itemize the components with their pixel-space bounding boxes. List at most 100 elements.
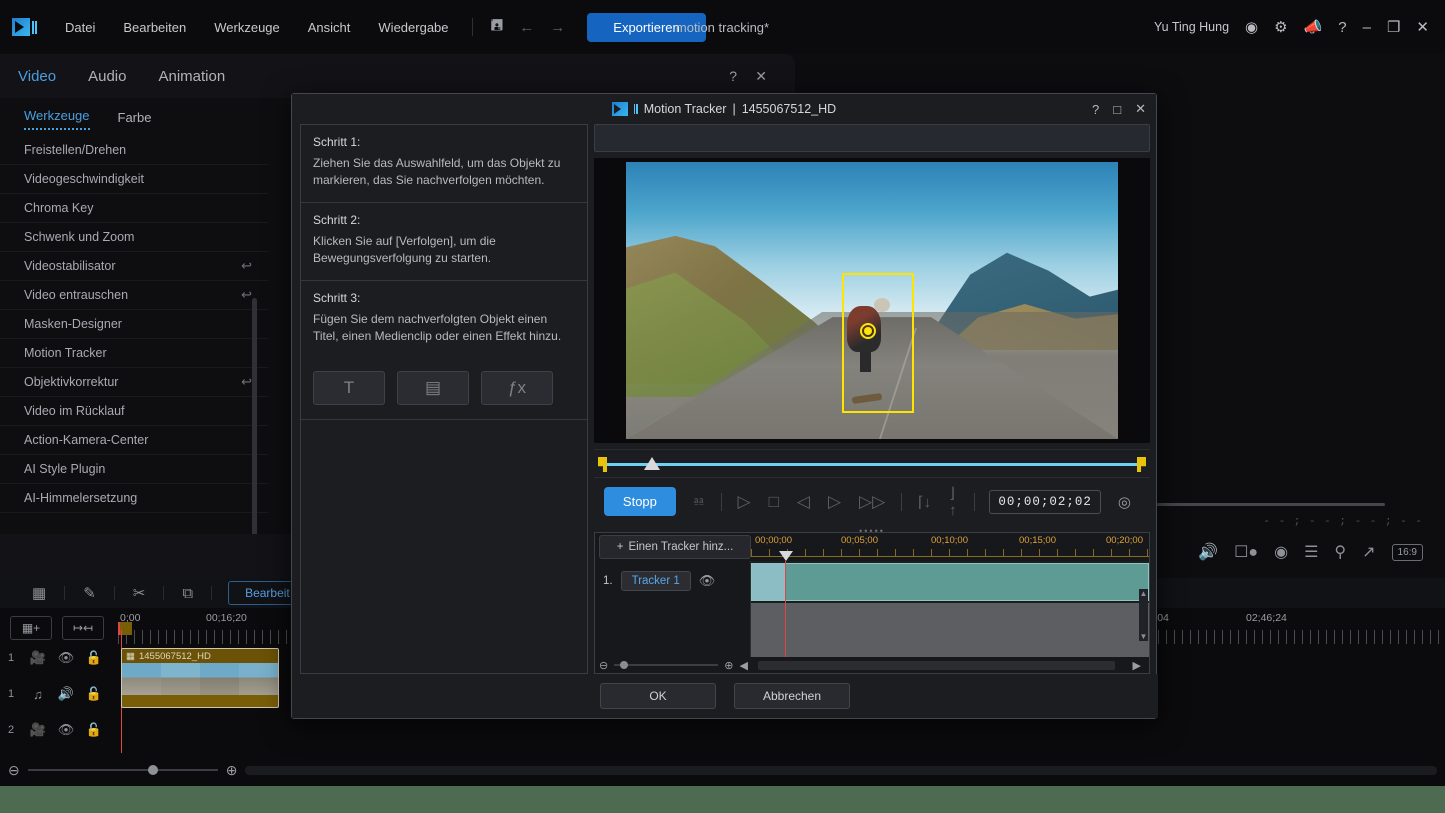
list-item[interactable]: Schwenk und Zoom xyxy=(0,223,268,252)
tracker-clip[interactable] xyxy=(751,563,1149,601)
restore-icon[interactable]: ❐ xyxy=(1381,14,1406,40)
snapshot-icon[interactable]: ☐● xyxy=(1234,542,1258,562)
reset-icon[interactable]: ↩ xyxy=(241,287,252,303)
timecode-field[interactable]: 00;00;02;02 xyxy=(989,489,1101,514)
reset-icon[interactable]: ↩ xyxy=(241,258,252,274)
tracking-point[interactable] xyxy=(859,322,876,339)
play-icon[interactable]: ▷ xyxy=(729,492,760,512)
fast-forward-icon[interactable]: ▷▷ xyxy=(850,492,894,512)
zoom-in-icon[interactable]: ⊕ xyxy=(724,659,733,672)
popout-icon[interactable]: ↗ xyxy=(1362,542,1375,562)
tracker-zoom-knob[interactable] xyxy=(620,661,629,669)
preview-eye-icon[interactable]: ◎ xyxy=(1109,493,1140,511)
list-item[interactable]: Video im Rücklauf xyxy=(0,397,268,426)
add-track-button[interactable]: ▦+ xyxy=(10,616,52,640)
zoom-in-icon[interactable]: ⊕ xyxy=(226,762,238,779)
subtab-farbe[interactable]: Farbe xyxy=(118,110,152,130)
playback-quality-icon[interactable]: ◉ xyxy=(1274,542,1288,562)
preview-timebar[interactable] xyxy=(594,449,1150,477)
list-item[interactable]: Freistellen/Drehen xyxy=(0,136,268,165)
tracking-selection-box[interactable] xyxy=(842,272,915,413)
timeline-horizontal-scrollbar[interactable] xyxy=(245,765,1437,775)
lock-icon[interactable]: 🔓 xyxy=(80,686,108,702)
menu-item-werkzeuge[interactable]: Werkzeuge xyxy=(201,15,293,40)
tracker-vertical-scrollbar[interactable]: ▲ ▼ xyxy=(1139,589,1148,641)
tracker-list-item[interactable]: 1. Tracker 1 👁 xyxy=(595,561,750,601)
list-item[interactable]: Video entrauschen ↩ xyxy=(0,281,268,310)
volume-icon[interactable]: 🔊 xyxy=(1198,542,1218,562)
mark-out-icon[interactable]: ⌋↑ xyxy=(940,484,967,519)
aspect-ratio-badge[interactable]: 16:9 xyxy=(1391,543,1423,561)
scroll-up-icon[interactable]: ▲ xyxy=(1140,589,1148,598)
list-item[interactable]: Masken-Designer xyxy=(0,310,268,339)
mark-in-handle[interactable] xyxy=(598,457,607,472)
scroll-down-icon[interactable]: ▼ xyxy=(1140,632,1148,641)
menu-item-ansicht[interactable]: Ansicht xyxy=(295,15,364,40)
add-media-button[interactable]: ▤ xyxy=(397,371,469,406)
list-item[interactable]: AI-Himmelersetzung xyxy=(0,484,268,513)
panel-close-icon[interactable]: ✕ xyxy=(755,68,767,85)
tracker-settings-icon[interactable]: ⎂ xyxy=(684,493,714,510)
timeline-clip[interactable]: ▦ 1455067512_HD xyxy=(121,648,279,708)
question-icon[interactable]: ? xyxy=(1092,102,1099,117)
tracker-name-field[interactable]: Tracker 1 xyxy=(620,571,691,591)
scroll-right-icon[interactable]: ▶ xyxy=(1133,659,1141,672)
lock-icon[interactable]: 🔓 xyxy=(80,722,108,738)
pen-icon[interactable]: ✎ xyxy=(65,584,114,602)
menu-item-bearbeiten[interactable]: Bearbeiten xyxy=(110,15,199,40)
lock-icon[interactable]: 🔓 xyxy=(80,650,108,666)
menu-item-wiedergabe[interactable]: Wiedergabe xyxy=(365,15,461,40)
zoom-slider-knob[interactable] xyxy=(147,765,158,775)
tab-video[interactable]: Video xyxy=(18,68,56,85)
scissors-icon[interactable]: ✂ xyxy=(115,584,164,602)
eye-icon[interactable]: 👁 xyxy=(52,650,80,666)
reset-icon[interactable]: ↩ xyxy=(241,374,252,390)
previous-frame-icon[interactable]: ◁ xyxy=(788,492,819,512)
zoom-out-icon[interactable]: ⊖ xyxy=(8,762,20,779)
playlist-icon[interactable]: ☰ xyxy=(1304,542,1318,562)
eye-icon[interactable]: 👁 xyxy=(699,573,716,589)
track-row-video-2[interactable]: 2 🎥 👁 🔓 xyxy=(0,712,118,748)
timebar-playhead[interactable] xyxy=(644,457,660,470)
tracker-track-area[interactable] xyxy=(751,551,1149,673)
zoom-fit-icon[interactable]: ⚲ xyxy=(1334,542,1346,562)
timebar-track[interactable] xyxy=(606,463,1138,466)
add-effect-button[interactable]: ƒx xyxy=(481,371,553,406)
save-icon[interactable]: 🖪 xyxy=(483,12,512,43)
track-row-video-1[interactable]: 1 🎥 👁 🔓 xyxy=(0,640,118,676)
stop-tracking-button[interactable]: Stopp xyxy=(604,487,676,516)
track-row-audio-1[interactable]: 1 ♫ 🔊 🔓 xyxy=(0,676,118,712)
list-item[interactable]: Videostabilisator ↩ xyxy=(0,252,268,281)
storyboard-icon[interactable]: ▦ xyxy=(14,584,64,602)
add-title-button[interactable]: T xyxy=(313,371,385,406)
eye-icon[interactable]: 👁 xyxy=(52,722,80,738)
list-item[interactable]: Motion Tracker xyxy=(0,339,268,368)
add-tracker-button[interactable]: + Einen Tracker hinz... xyxy=(599,535,751,559)
video-frame[interactable] xyxy=(626,162,1118,439)
question-icon[interactable]: ? xyxy=(1332,15,1352,40)
speaker-icon[interactable]: 🔊 xyxy=(52,686,80,702)
list-item[interactable]: Objektivkorrektur ↩ xyxy=(0,368,268,397)
gear-icon[interactable]: ⚙ xyxy=(1268,14,1293,40)
list-item[interactable]: Chroma Key xyxy=(0,194,268,223)
stop-icon[interactable]: □ xyxy=(760,492,788,512)
tab-audio[interactable]: Audio xyxy=(88,68,126,85)
scroll-left-icon[interactable]: ◀ xyxy=(739,659,747,672)
close-icon[interactable]: ✕ xyxy=(1135,101,1146,117)
subtab-werkzeuge[interactable]: Werkzeuge xyxy=(24,108,90,130)
fit-timeline-button[interactable]: ↦↤ xyxy=(62,616,104,640)
panel-help-icon[interactable]: ? xyxy=(729,68,737,84)
minimize-icon[interactable]: – xyxy=(1357,15,1377,40)
tracker-playhead-handle[interactable] xyxy=(779,551,793,561)
tracker-horizontal-scrollbar[interactable] xyxy=(757,660,1115,670)
maximize-icon[interactable]: □ xyxy=(1113,102,1121,117)
crop-icon[interactable]: ⧉ xyxy=(164,585,211,602)
close-icon[interactable]: ✕ xyxy=(1410,14,1435,40)
tracker-zoom-slider[interactable] xyxy=(614,661,719,669)
export-button[interactable]: Exportieren xyxy=(587,12,706,42)
megaphone-icon[interactable]: 📣 xyxy=(1298,14,1329,40)
mark-in-icon[interactable]: ⌈↓ xyxy=(909,493,940,511)
menu-item-datei[interactable]: Datei xyxy=(52,15,108,40)
zoom-out-icon[interactable]: ⊖ xyxy=(599,659,608,672)
redo-icon[interactable]: → xyxy=(542,16,573,39)
